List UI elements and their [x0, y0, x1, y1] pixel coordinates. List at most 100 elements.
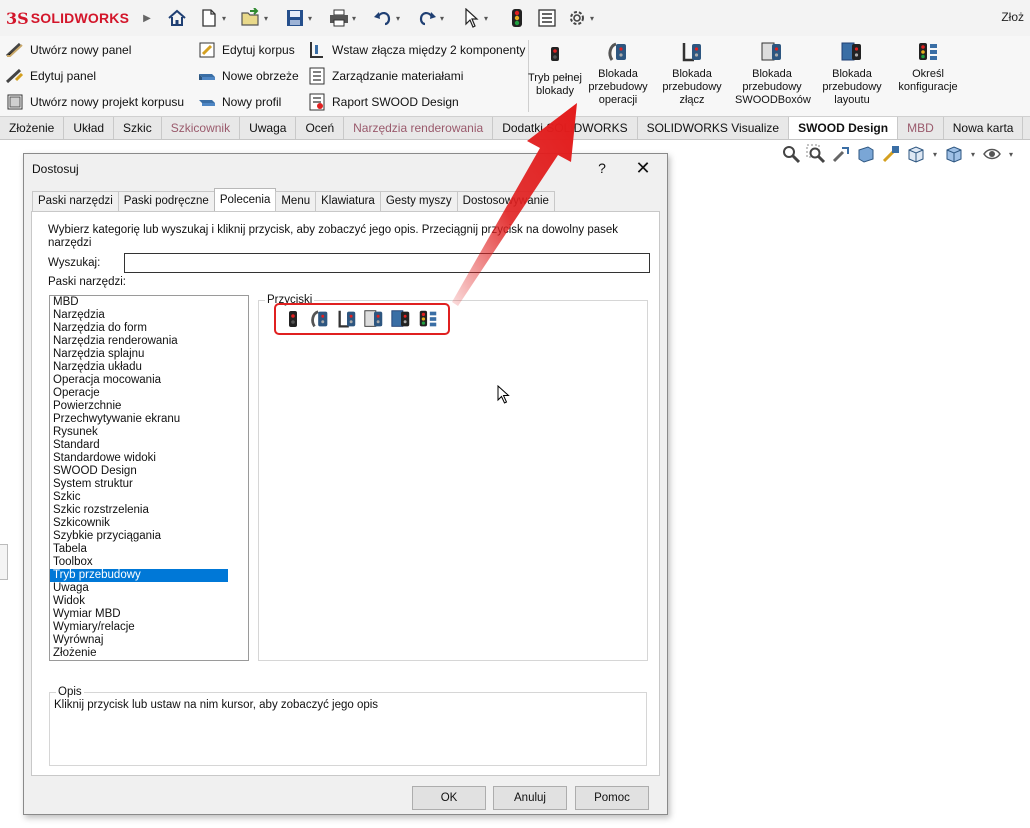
list-item[interactable]: Wymiar MBD [50, 608, 228, 621]
joint-rebuild-lock-button[interactable]: Blokada przebudowy złącz [655, 40, 729, 107]
new-edge-button[interactable]: Nowe obrzeże [198, 66, 299, 86]
chevron-down-icon[interactable]: ▾ [1006, 143, 1016, 165]
display-style-icon[interactable] [943, 143, 965, 165]
chevron-down-icon[interactable]: ▾ [930, 143, 940, 165]
list-item[interactable]: Uwaga [50, 582, 228, 595]
section-view-icon[interactable] [855, 143, 877, 165]
dialog-tab-menu[interactable]: Menu [275, 191, 317, 211]
define-configurations-button[interactable]: Określ konfiguracje [891, 40, 965, 94]
list-item[interactable]: Widok [50, 595, 228, 608]
view-orientation-icon[interactable] [905, 143, 927, 165]
chevron-down-icon[interactable]: ▾ [968, 143, 978, 165]
list-item[interactable]: MBD [50, 296, 228, 309]
zoom-to-area-icon[interactable] [805, 143, 827, 165]
logo-menu-arrow-icon[interactable]: ▶ [143, 13, 151, 24]
list-item[interactable]: Toolbox [50, 556, 228, 569]
create-body-project-button[interactable]: Utwórz nowy projekt korpusu [6, 92, 184, 112]
swood-report-button[interactable]: Raport SWOOD Design [308, 92, 525, 112]
qa-rebuild[interactable] [506, 6, 528, 30]
chevron-down-icon[interactable]: ▾ [222, 14, 226, 23]
chevron-down-icon[interactable]: ▾ [352, 14, 356, 23]
chevron-down-icon[interactable]: ▾ [264, 14, 268, 23]
list-item[interactable]: Złożenie [50, 647, 228, 660]
dialog-tab-gesty-myszy[interactable]: Gesty myszy [379, 191, 458, 211]
layout-lock-icon[interactable] [390, 308, 412, 330]
qa-save[interactable]: ▾ [284, 6, 312, 30]
tab-solidworks-visualize[interactable]: SOLIDWORKS Visualize [638, 117, 790, 139]
list-item[interactable]: Wyrównaj [50, 634, 228, 647]
close-icon[interactable]: ✕ [633, 158, 653, 179]
feature-lock-icon[interactable] [309, 308, 331, 330]
list-item[interactable]: Rysunek [50, 426, 228, 439]
tab-układ[interactable]: Układ [64, 117, 115, 139]
tab-narzędzia-renderowania[interactable]: Narzędzia renderowania [344, 117, 494, 139]
qa-open[interactable]: ▾ [240, 6, 268, 30]
qa-options[interactable]: ▾ [566, 6, 594, 30]
ok-button[interactable]: OK [412, 786, 486, 810]
chevron-down-icon[interactable]: ▾ [440, 14, 444, 23]
qa-home[interactable] [166, 6, 188, 30]
list-item[interactable]: Szkicownik [50, 517, 228, 530]
qa-undo[interactable]: ▾ [372, 6, 400, 30]
list-item[interactable]: Powierzchnie [50, 400, 228, 413]
qa-file-properties[interactable] [536, 6, 558, 30]
list-item[interactable]: Przechwytywanie ekranu [50, 413, 228, 426]
list-item[interactable]: Narzędzia renderowania [50, 335, 228, 348]
previous-view-icon[interactable] [830, 143, 852, 165]
qa-new[interactable]: ▾ [198, 6, 226, 30]
edit-panel-button[interactable]: Edytuj panel [6, 66, 184, 86]
qa-select[interactable]: ▾ [460, 6, 488, 30]
qa-redo[interactable]: ▾ [416, 6, 444, 30]
tab-mbd[interactable]: MBD [898, 117, 944, 139]
swoodbox-lock-icon[interactable] [363, 308, 385, 330]
tab-szkicownik[interactable]: Szkicownik [162, 117, 241, 139]
dialog-tab-klawiatura[interactable]: Klawiatura [315, 191, 381, 211]
full-lock-traffic-light-icon[interactable] [282, 308, 304, 330]
dynamic-annotation-icon[interactable] [880, 143, 902, 165]
dialog-tab-paski-podręczne[interactable]: Paski podręczne [117, 191, 215, 211]
list-item[interactable]: Narzędzia splajnu [50, 348, 228, 361]
list-item[interactable]: Operacje [50, 387, 228, 400]
insert-joints-button[interactable]: Wstaw złącza między 2 komponenty [308, 40, 525, 60]
search-input[interactable] [124, 253, 650, 273]
layout-rebuild-lock-button[interactable]: Blokada przebudowy layoutu [815, 40, 889, 107]
panel-collapse-handle[interactable] [0, 544, 8, 580]
material-management-button[interactable]: Zarządzanie materiałami [308, 66, 525, 86]
qa-print[interactable]: ▾ [328, 6, 356, 30]
hide-show-icon[interactable] [981, 143, 1003, 165]
list-item[interactable]: Tryb przebudowy [50, 569, 228, 582]
help-icon[interactable]: ? [592, 160, 612, 176]
tab-nowa-karta[interactable]: Nowa karta [944, 117, 1024, 139]
tab-szkic[interactable]: Szkic [114, 117, 162, 139]
list-item[interactable]: Narzędzia [50, 309, 228, 322]
list-item[interactable]: Wymiary/relacje [50, 621, 228, 634]
dialog-tab-paski-narzędzi[interactable]: Paski narzędzi [32, 191, 119, 211]
tab-oceń[interactable]: Oceń [296, 117, 345, 139]
help-button[interactable]: Pomoc [575, 786, 649, 810]
zoom-to-fit-icon[interactable] [780, 143, 802, 165]
chevron-down-icon[interactable]: ▾ [590, 14, 594, 23]
list-item[interactable]: System struktur [50, 478, 228, 491]
new-profile-button[interactable]: Nowy profil [198, 92, 299, 112]
chevron-down-icon[interactable]: ▾ [308, 14, 312, 23]
cancel-button[interactable]: Anuluj [493, 786, 567, 810]
configurations-icon[interactable] [417, 308, 439, 330]
list-item[interactable]: Szkic rozstrzelenia [50, 504, 228, 517]
edit-body-button[interactable]: Edytuj korpus [198, 40, 299, 60]
dialog-tab-polecenia[interactable]: Polecenia [213, 188, 277, 211]
list-item[interactable]: Tabela [50, 543, 228, 556]
list-item[interactable]: Szkic [50, 491, 228, 504]
tab-uwaga[interactable]: Uwaga [240, 117, 297, 139]
dialog-tab-dostosowywanie[interactable]: Dostosowywanie [456, 191, 555, 211]
tab-dodatki-solidworks[interactable]: Dodatki SOLIDWORKS [493, 117, 638, 139]
list-item[interactable]: Standard [50, 439, 228, 452]
list-item[interactable]: SWOOD Design [50, 465, 228, 478]
list-item[interactable]: Szybkie przyciągania [50, 530, 228, 543]
joint-lock-icon[interactable] [336, 308, 358, 330]
toolbar-category-list[interactable]: MBD Narzędzia Narzędzia do form Narzędzia r… [49, 295, 249, 661]
chevron-down-icon[interactable]: ▾ [396, 14, 400, 23]
tab-złożenie[interactable]: Złożenie [0, 117, 65, 139]
create-panel-button[interactable]: Utwórz nowy panel [6, 40, 184, 60]
feature-rebuild-lock-button[interactable]: Blokada przebudowy operacji [581, 40, 655, 107]
chevron-down-icon[interactable]: ▾ [484, 14, 488, 23]
